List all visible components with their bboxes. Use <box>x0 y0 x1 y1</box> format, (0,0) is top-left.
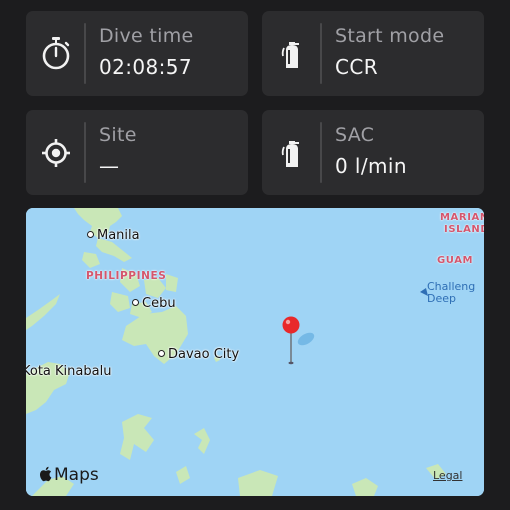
city-cebu: Cebu <box>132 296 176 311</box>
legal-link[interactable]: Legal <box>433 469 462 482</box>
card-divider <box>84 122 86 183</box>
apple-logo-icon <box>39 466 53 486</box>
country-philippines: PHILIPPINES <box>86 270 167 282</box>
map-terrain <box>26 208 484 496</box>
card-divider <box>84 23 86 84</box>
tank-icon <box>276 36 308 72</box>
city-manila: Manila <box>87 228 140 243</box>
country-guam: GUAM <box>437 255 474 266</box>
start-mode-value: CCR <box>335 55 379 79</box>
challenger-deep-line2: Deep <box>427 292 456 305</box>
location-target-icon <box>40 135 72 171</box>
city-cebu-label: Cebu <box>142 296 176 311</box>
dive-time-label: Dive time <box>99 25 194 47</box>
maps-brand-label: Maps <box>54 465 99 485</box>
stopwatch-icon <box>40 36 72 72</box>
dive-time-card: Dive time 02:08:57 <box>26 11 248 96</box>
dive-site-pin <box>282 316 300 334</box>
start-mode-label: Start mode <box>335 25 445 47</box>
challenger-deep-label: Challeng Deep <box>427 281 475 305</box>
sac-value: 0 l/min <box>335 154 407 178</box>
sac-card: SAC 0 l/min <box>262 110 484 195</box>
city-davao: Davao City <box>158 347 239 362</box>
dive-time-value: 02:08:57 <box>99 55 193 79</box>
city-davao-label: Davao City <box>168 347 240 362</box>
maps-brand: Maps <box>39 465 99 486</box>
tank-icon <box>276 135 308 171</box>
country-marianas-line1: MARIAN <box>440 212 484 223</box>
country-marianas-line2: ISLAND <box>444 224 484 235</box>
site-value: — <box>99 154 120 178</box>
city-kota-kinabalu: Kota Kinabalu <box>26 364 112 379</box>
card-divider <box>320 122 322 183</box>
site-card: Site — <box>26 110 248 195</box>
dive-site-map[interactable]: Manila PHILIPPINES Cebu Davao City Kota … <box>26 208 484 496</box>
sac-label: SAC <box>335 124 375 146</box>
start-mode-card: Start mode CCR <box>262 11 484 96</box>
card-divider <box>320 23 322 84</box>
city-manila-label: Manila <box>97 228 140 243</box>
site-label: Site <box>99 124 137 146</box>
